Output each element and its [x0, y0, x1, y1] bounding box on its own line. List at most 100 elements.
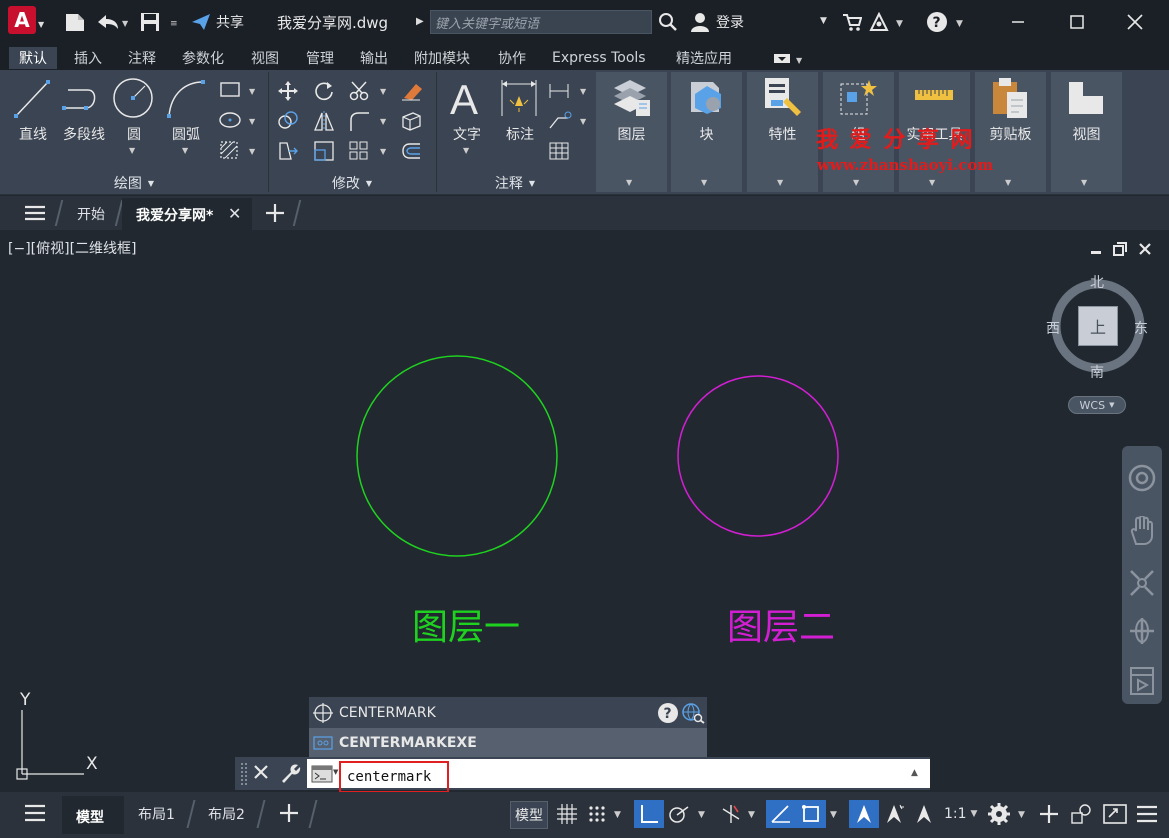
command-input-area[interactable]: ▼ centermark ▲ [307, 759, 930, 793]
rectangle-tool[interactable]: ▼ [219, 80, 259, 100]
fillet-tool[interactable]: ▼ [348, 110, 388, 132]
grid-toggle[interactable] [552, 800, 582, 828]
tab-featured-apps[interactable]: 精选应用 [666, 47, 742, 69]
erase-tool[interactable] [400, 80, 424, 102]
clipboard-panel[interactable]: 剪贴板 ▼ [975, 72, 1046, 192]
object-snap-dropdown-icon[interactable]: ▼ [830, 810, 837, 820]
viewcube-south[interactable]: 南 [1090, 362, 1104, 382]
viewcube[interactable]: 北 南 西 东 上 WCS ▼ [1040, 270, 1156, 420]
maximize-button[interactable] [1067, 12, 1087, 32]
block-panel[interactable]: 块 ▼ [671, 72, 742, 192]
layout-menu-icon[interactable] [24, 804, 46, 822]
copy-tool[interactable] [277, 110, 299, 132]
steering-wheel-icon[interactable] [1128, 464, 1156, 492]
wcs-menu[interactable]: WCS ▼ [1068, 396, 1126, 414]
command-prompt-icon[interactable] [311, 765, 333, 783]
save-icon[interactable]: ≡ [140, 12, 180, 32]
help-icon[interactable]: ? [657, 702, 679, 724]
move-tool[interactable] [277, 80, 299, 102]
tab-current-drawing[interactable]: 我爱分享网* ✕ [122, 198, 252, 230]
minimize-button[interactable] [1008, 12, 1028, 32]
annotation-scale-toggle[interactable] [909, 800, 939, 828]
line-tool[interactable]: 直线 [10, 76, 56, 152]
undo-icon[interactable]: ▼ [94, 12, 128, 32]
suggestion-centermark[interactable]: CENTERMARK ? [309, 698, 707, 727]
array-tool[interactable]: ▼ [348, 140, 388, 162]
command-history-icon[interactable]: ▲ [911, 768, 918, 778]
fullscreen-toggle[interactable] [1100, 800, 1130, 828]
pan-hand-icon[interactable] [1128, 516, 1156, 546]
close-button[interactable] [1125, 12, 1145, 32]
viewcube-north[interactable]: 北 [1090, 272, 1104, 292]
command-line-grip-icon[interactable] [239, 761, 249, 787]
workspace-dropdown-icon[interactable]: ▼ [1018, 810, 1025, 820]
hatch-tool[interactable]: ▼ [219, 140, 259, 160]
ribbon-minimize-icon[interactable]: ▼ [772, 52, 806, 66]
suggestion-centermarkexe[interactable]: CENTERMARKEXE [309, 728, 707, 757]
isolate-objects-toggle[interactable] [1066, 800, 1096, 828]
viewport-restore-icon[interactable] [1113, 242, 1127, 256]
orbit-icon[interactable] [1128, 616, 1156, 646]
circle-tool[interactable]: 圆 ▼ [112, 76, 156, 164]
annotation-scale[interactable]: 1:1 ▼ [944, 800, 977, 828]
object-snap-toggle[interactable] [796, 800, 826, 828]
showmotion-icon[interactable] [1128, 666, 1156, 696]
view-panel[interactable]: 视图 ▼ [1051, 72, 1122, 192]
layers-panel[interactable]: 图层 ▼ [596, 72, 667, 192]
draw-panel-title[interactable]: 绘图 ▼ [0, 173, 268, 193]
stretch-tool[interactable] [277, 140, 299, 162]
tab-layout2[interactable]: 布局2 [208, 800, 245, 828]
new-layout-icon[interactable] [278, 803, 300, 823]
offset-tool[interactable] [400, 140, 422, 162]
ortho-toggle[interactable] [634, 800, 664, 828]
search-input[interactable]: 键入关键字或短语 [430, 10, 652, 34]
layer1-text[interactable]: 图层一 [412, 598, 520, 650]
polar-toggle[interactable] [664, 800, 694, 828]
dropdown-icon[interactable]: ▼ [820, 16, 827, 26]
polar-dropdown-icon[interactable]: ▼ [698, 810, 705, 820]
model-space-button[interactable]: 模型 [510, 801, 548, 829]
tab-layout1[interactable]: 布局1 [138, 800, 175, 828]
layer2-circle[interactable] [677, 375, 839, 537]
tab-express-tools[interactable]: Express Tools [542, 47, 656, 69]
layer2-text[interactable]: 图层二 [727, 598, 835, 650]
new-tab-icon[interactable] [264, 203, 286, 223]
viewcube-west[interactable]: 西 [1046, 318, 1060, 338]
tab-manage[interactable]: 管理 [296, 47, 344, 69]
zoom-extents-icon[interactable] [1128, 568, 1156, 598]
text-tool[interactable]: A 文字 ▼ [444, 76, 490, 164]
tab-view[interactable]: 视图 [241, 47, 289, 69]
rotate-tool[interactable] [313, 80, 335, 102]
annotation-panel-title[interactable]: 注释 ▼ [436, 173, 594, 193]
scale-tool[interactable] [313, 140, 335, 162]
search-expand-icon[interactable]: ▶ [416, 16, 424, 27]
isodraft-dropdown-icon[interactable]: ▼ [748, 810, 755, 820]
search-icon[interactable] [658, 12, 678, 32]
table-tool[interactable] [548, 140, 570, 162]
array-3d-tool[interactable] [400, 110, 422, 132]
tab-annotate[interactable]: 注释 [118, 47, 166, 69]
autodesk-connect-icon[interactable]: ▼ [868, 12, 908, 32]
customization-menu[interactable] [1132, 800, 1162, 828]
leader-tool[interactable]: ▼ [548, 110, 588, 132]
ellipse-tool[interactable]: ▼ [219, 110, 259, 130]
tab-default[interactable]: 默认 [9, 47, 57, 69]
tab-addins[interactable]: 附加模块 [404, 47, 480, 69]
osnap-tracking-toggle[interactable] [766, 800, 796, 828]
viewport-close-icon[interactable] [1138, 242, 1152, 256]
snap-dropdown-icon[interactable]: ▼ [614, 810, 621, 820]
annotation-visibility-toggle[interactable] [849, 800, 879, 828]
auto-scale-toggle[interactable] [879, 800, 909, 828]
properties-panel[interactable]: 特性 ▼ [747, 72, 818, 192]
command-close-icon[interactable] [253, 764, 269, 780]
tab-collaborate[interactable]: 协作 [488, 47, 536, 69]
layer1-circle[interactable] [356, 355, 558, 557]
tab-insert[interactable]: 插入 [64, 47, 112, 69]
web-search-icon[interactable] [681, 702, 705, 724]
app-menu-button[interactable]: A ▼ [6, 6, 44, 36]
isodraft-toggle[interactable] [716, 800, 746, 828]
trim-tool[interactable]: ▼ [348, 80, 388, 102]
tab-start[interactable]: 开始 [77, 200, 105, 228]
linear-dim-tool[interactable]: ▼ [548, 80, 588, 102]
modify-panel-title[interactable]: 修改 ▼ [268, 173, 436, 193]
